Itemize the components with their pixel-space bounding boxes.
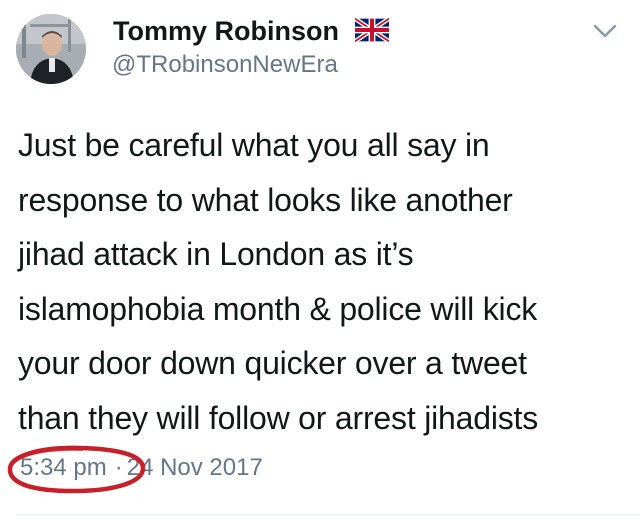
tweet-date[interactable]: 24 Nov 2017	[127, 454, 263, 481]
tweet-card: Tommy Robinson @TRobinsonNewEra Just be …	[0, 0, 640, 520]
user-handle[interactable]: @TRobinsonNewEra	[112, 50, 338, 80]
timestamp-separator: ·	[114, 454, 123, 481]
tweet-text: Just be careful what you all say in resp…	[18, 118, 628, 445]
tweet-time[interactable]: 5:34 pm	[20, 454, 107, 481]
profile-photo	[16, 14, 86, 84]
display-name[interactable]: Tommy Robinson	[113, 14, 339, 48]
tweet-text-line: jihad attack in London as it’s	[18, 236, 414, 272]
uk-flag-icon	[355, 18, 389, 42]
chevron-down-icon[interactable]	[592, 22, 618, 40]
tweet-text-line: Just be careful what you all say in	[18, 127, 490, 163]
tweet-timestamp: 5:34 pm · 24 Nov 2017	[20, 452, 263, 484]
tweet-text-line: response to what looks like another	[18, 181, 513, 218]
avatar[interactable]	[16, 14, 86, 84]
divider	[16, 514, 640, 515]
tweet-text-line: your door down quicker over a tweet	[18, 345, 527, 381]
tweet-text-line: islamophobia month & police will kick	[18, 290, 538, 327]
tweet-text-line: than they will follow or arrest jihadist…	[18, 399, 539, 436]
